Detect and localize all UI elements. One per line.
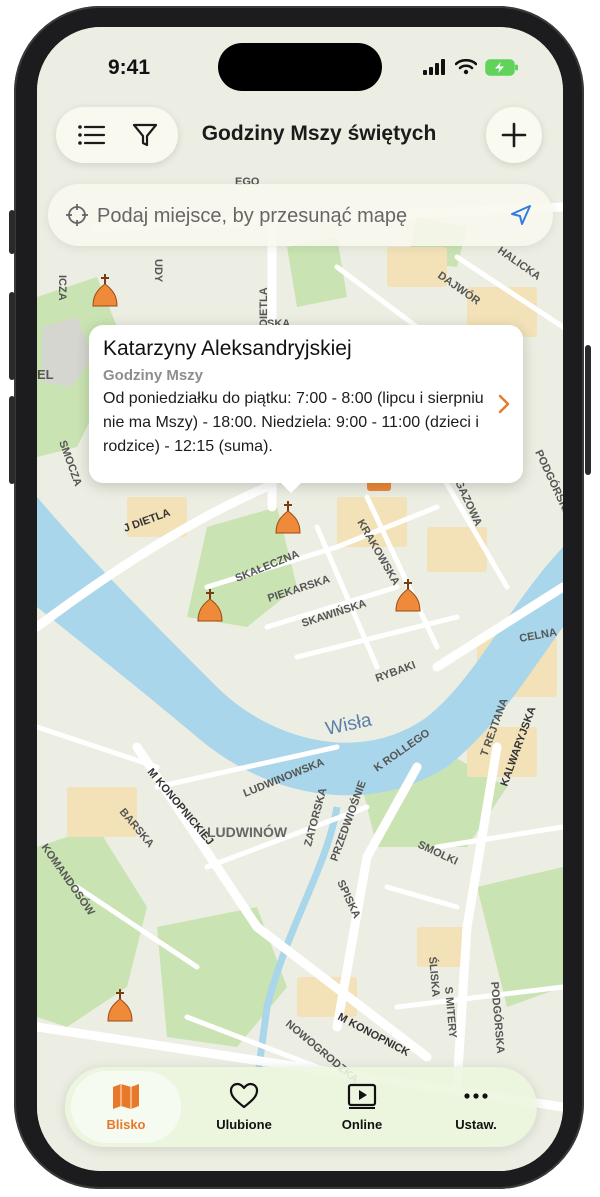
search-input[interactable]: [95, 198, 489, 234]
cellular-signal-icon: [423, 59, 445, 75]
play-icon: [347, 1083, 377, 1109]
filter-icon[interactable]: [130, 120, 160, 150]
action-button: [9, 210, 15, 254]
tab-bar: Blisko Ulubione Online Ustaw.: [65, 1067, 537, 1147]
status-time: 9:41: [108, 56, 151, 79]
tab-label: Online: [341, 1117, 383, 1132]
street-label: EL: [37, 367, 54, 382]
callout-pointer: [277, 479, 305, 493]
tab-label: Ulubione: [216, 1117, 272, 1132]
dynamic-island: [218, 43, 382, 91]
street-label: UDY: [152, 259, 164, 283]
tab-ulubione[interactable]: Ulubione: [189, 1071, 299, 1143]
plus-icon: [501, 122, 527, 148]
power-button: [585, 345, 591, 475]
church-pin-icon[interactable]: [367, 483, 391, 491]
status-icons: [423, 57, 519, 77]
church-pin-icon[interactable]: [90, 272, 120, 316]
tab-ustawienia[interactable]: Ustaw.: [421, 1071, 531, 1143]
top-left-controls: [56, 107, 178, 163]
church-pin-icon[interactable]: [393, 577, 423, 621]
street-label: ICZA: [56, 275, 68, 301]
more-icon: [464, 1093, 488, 1099]
volume-up-button: [9, 292, 15, 380]
church-callout[interactable]: Katarzyny Aleksandryjskiej Godziny Mszy …: [89, 325, 523, 483]
tab-online[interactable]: Online: [307, 1071, 417, 1143]
church-pin-icon[interactable]: [105, 987, 135, 1031]
status-bar: 9:41: [37, 27, 563, 107]
chevron-right-icon[interactable]: [497, 393, 511, 415]
crosshair-icon: [66, 204, 88, 226]
map-icon: [113, 1084, 139, 1109]
church-name: Katarzyny Aleksandryjskiej: [103, 337, 352, 360]
page-title: Godziny Mszy świętych: [201, 122, 437, 145]
church-pin-icon[interactable]: [195, 587, 225, 631]
list-icon[interactable]: [76, 120, 106, 150]
phone-screen: J DIETLA DIETLA SKAŁECZNA PIEKARSKA SKAW…: [37, 27, 563, 1171]
callout-subtitle: Godziny Mszy: [103, 367, 204, 384]
mass-hours: Od poniedziałku do piątku: 7:00 - 8:00 (…: [103, 390, 484, 455]
battery-charging-icon: [485, 58, 518, 76]
church-pin-icon[interactable]: [273, 499, 303, 543]
district-label: LUDWINÓW: [207, 823, 288, 840]
tab-label: Blisko: [106, 1117, 146, 1132]
location-arrow-icon[interactable]: [509, 203, 533, 227]
volume-down-button: [9, 396, 15, 484]
tab-label: Ustaw.: [455, 1117, 497, 1132]
add-button[interactable]: [486, 107, 542, 163]
search-bar[interactable]: [48, 184, 553, 246]
tab-blisko[interactable]: Blisko: [71, 1071, 181, 1143]
wifi-icon: [455, 59, 477, 75]
heart-icon: [229, 1082, 259, 1109]
